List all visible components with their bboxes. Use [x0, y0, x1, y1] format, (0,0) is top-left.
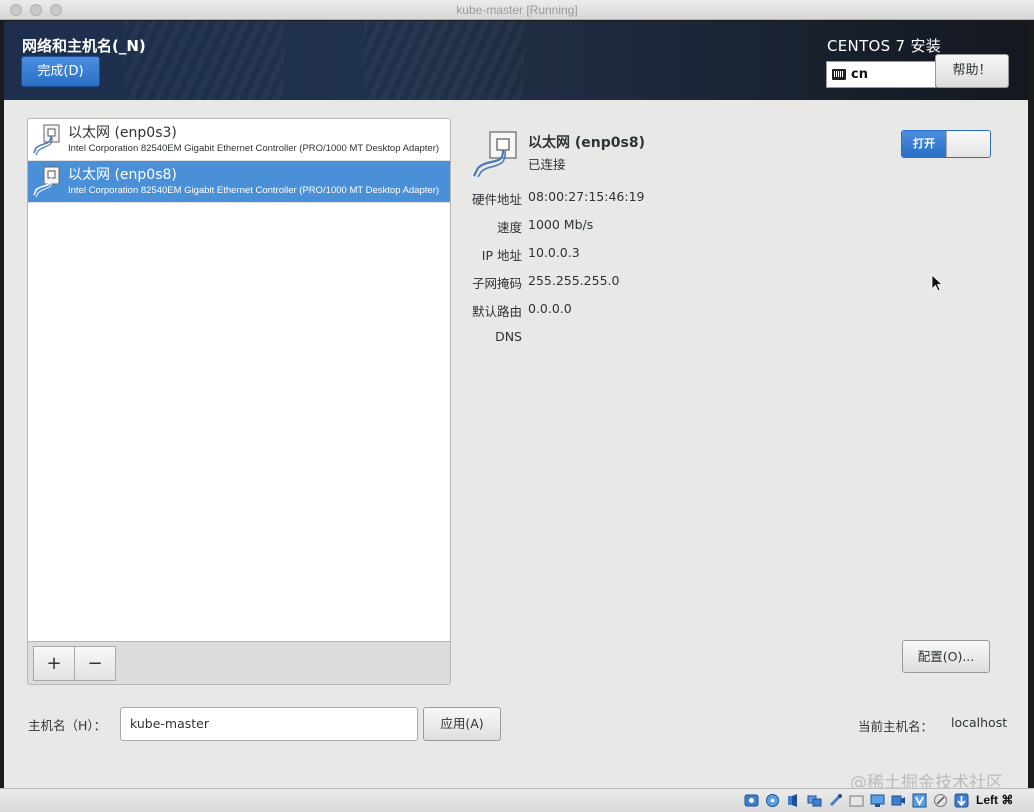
mouse-integration-icon[interactable]: [933, 793, 948, 808]
keyboard-layout-text: cn: [851, 67, 868, 82]
add-device-button[interactable]: +: [33, 646, 75, 681]
device-name: 以太网 (enp0s3): [68, 125, 177, 141]
header-decoration: [124, 21, 284, 100]
hardware-address-label: 硬件地址: [471, 192, 522, 207]
switch-knob[interactable]: [946, 131, 990, 157]
done-button[interactable]: 完成(D): [21, 56, 100, 87]
current-hostname-label: 当前主机名：: [858, 719, 934, 734]
device-detail-name: 以太网 (enp0s8): [528, 135, 645, 151]
hostname-input[interactable]: kube-master: [120, 707, 418, 741]
keyboard-capture-icon[interactable]: [954, 793, 969, 808]
ethernet-icon: [33, 124, 60, 156]
ip-address-value: 10.0.0.3: [528, 245, 580, 260]
window-titlebar: kube-master [Running]: [0, 0, 1034, 20]
dns-label: DNS: [495, 329, 522, 344]
vm-status-bar: Left ⌘: [0, 788, 1034, 812]
keyboard-icon: [832, 69, 846, 80]
current-hostname-value: localhost: [951, 715, 1008, 730]
video-capture-icon[interactable]: [891, 793, 906, 808]
optical-drive-icon[interactable]: [765, 793, 780, 808]
configure-button[interactable]: 配置(O)...: [902, 640, 990, 673]
switch-on-label: 打开: [902, 131, 946, 157]
connection-status: 已连接: [528, 157, 566, 172]
remove-device-button[interactable]: −: [74, 646, 116, 681]
device-description: Intel Corporation 82540EM Gigabit Ethern…: [68, 143, 440, 154]
mouse-pointer-icon: [931, 274, 943, 292]
device-list: 以太网 (enp0s3) Intel Corporation 82540EM G…: [27, 118, 451, 685]
window-title: kube-master [Running]: [456, 3, 578, 17]
keyboard-layout-indicator[interactable]: cn: [826, 61, 936, 88]
usb-icon[interactable]: [828, 793, 843, 808]
host-key-indicator: Left ⌘: [976, 793, 1014, 807]
shared-folders-icon[interactable]: [849, 793, 864, 808]
product-title: CENTOS 7 安装: [827, 37, 942, 55]
hardware-address-value: 08:00:27:15:46:19: [528, 189, 645, 204]
connection-toggle-switch[interactable]: 打开: [901, 130, 991, 158]
device-list-toolbar: + −: [28, 641, 450, 684]
device-list-item-selected[interactable]: 以太网 (enp0s8) Intel Corporation 82540EM G…: [28, 161, 450, 203]
hard-disk-icon[interactable]: [744, 793, 759, 808]
audio-icon[interactable]: [786, 793, 801, 808]
display-icon[interactable]: [870, 793, 885, 808]
apply-hostname-button[interactable]: 应用(A): [423, 707, 501, 741]
hostname-label: 主机名（H）：: [28, 718, 107, 733]
help-button[interactable]: 帮助！: [935, 54, 1009, 88]
virtualization-icon[interactable]: [912, 793, 927, 808]
ethernet-icon: [473, 131, 517, 178]
subnet-mask-label: 子网掩码: [471, 276, 522, 291]
header-decoration: [364, 21, 524, 100]
speed-label: 速度: [496, 220, 522, 235]
subnet-mask-value: 255.255.255.0: [528, 273, 620, 288]
ethernet-icon: [33, 166, 60, 198]
device-description: Intel Corporation 82540EM Gigabit Ethern…: [68, 185, 440, 196]
spoke-header: 网络和主机名(_N) 完成(D) CENTOS 7 安装 cn 帮助！: [4, 21, 1028, 100]
default-route-label: 默认路由: [471, 304, 522, 319]
speed-value: 1000 Mb/s: [528, 217, 594, 232]
network-icon[interactable]: [807, 793, 822, 808]
device-list-item[interactable]: 以太网 (enp0s3) Intel Corporation 82540EM G…: [28, 119, 450, 161]
device-name: 以太网 (enp0s8): [68, 167, 177, 183]
default-route-value: 0.0.0.0: [528, 301, 572, 316]
page-title: 网络和主机名(_N): [22, 37, 146, 55]
ip-address-label: IP 地址: [481, 248, 522, 263]
